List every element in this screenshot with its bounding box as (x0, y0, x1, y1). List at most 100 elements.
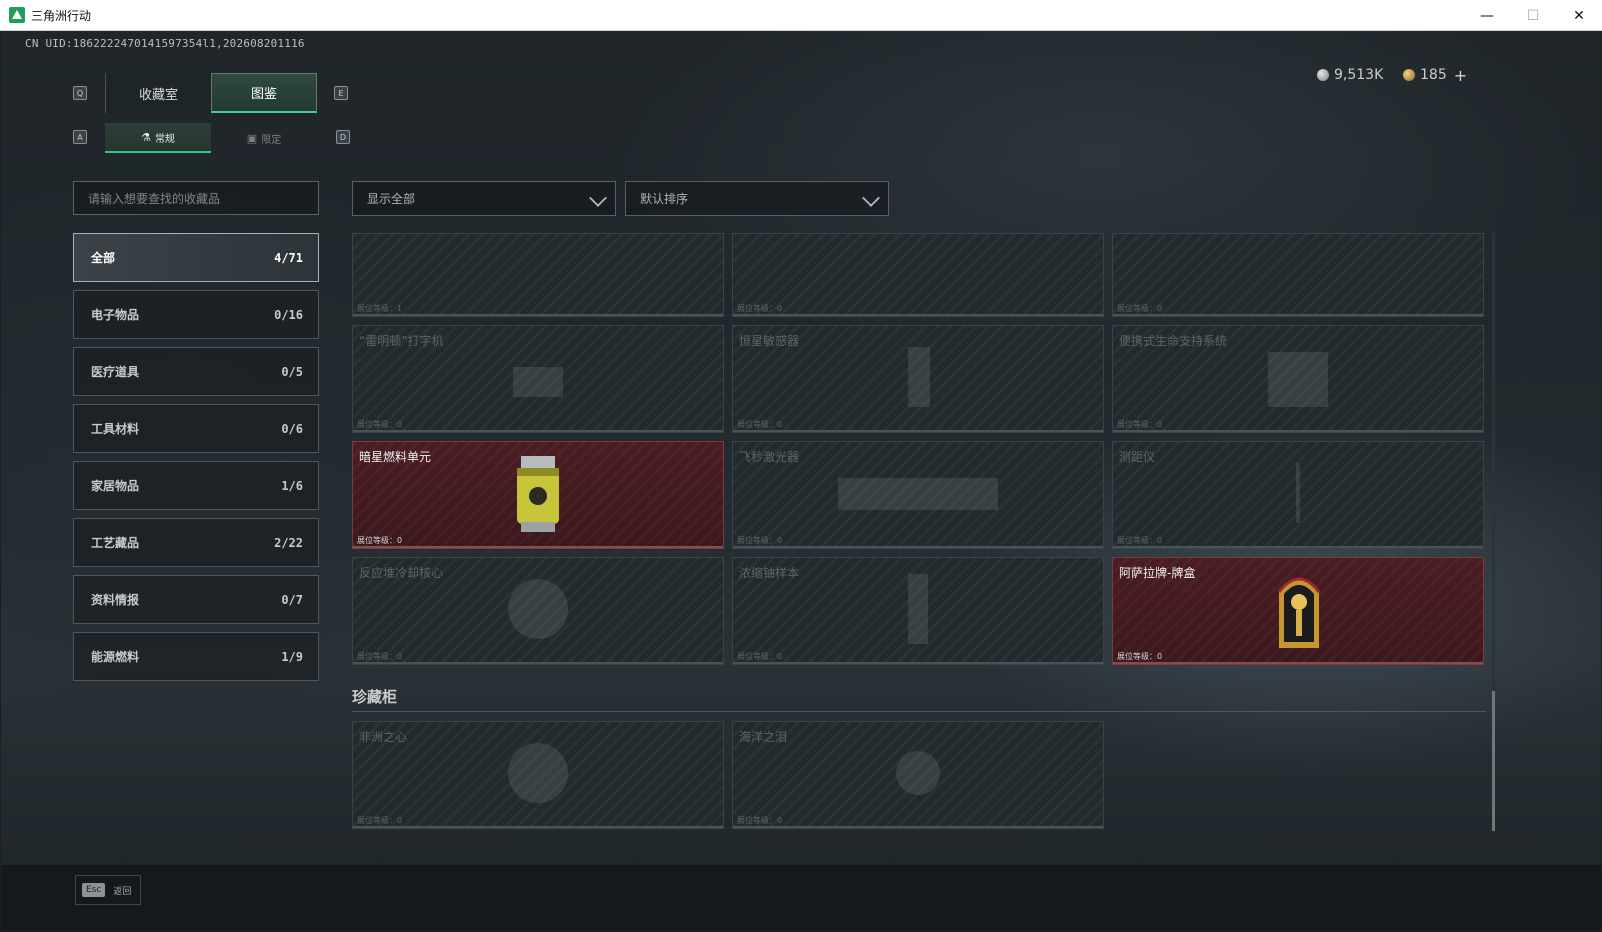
card-level: 展位等级：0 (737, 304, 783, 313)
treasure-card[interactable]: 非洲之心 展位等级：0 (352, 721, 724, 829)
treasure-card[interactable]: 海洋之泪 展位等级：0 (732, 721, 1104, 829)
category-count: 2/22 (274, 535, 303, 550)
collection-card[interactable]: 展位等级：0 (1112, 233, 1484, 317)
window-title: 三角洲行动 (31, 8, 92, 23)
subtab-limited[interactable]: ▣ 限定 (211, 123, 317, 153)
scrollbar-thumb[interactable] (1492, 691, 1495, 831)
card-name: 浓缩铀样本 (739, 566, 800, 580)
add-currency-button[interactable]: + (1454, 66, 1467, 85)
collection-card[interactable]: 恒星敏感器 展位等级：0 (732, 325, 1104, 433)
category-all[interactable]: 全部 4/71 (73, 233, 319, 282)
back-label: 返回 (113, 886, 132, 897)
key-hint-q: Q (73, 86, 87, 100)
category-count: 0/6 (281, 421, 303, 436)
key-hint-a: A (73, 130, 87, 144)
category-tools[interactable]: 工具材料 0/6 (73, 404, 319, 453)
esc-key-hint: Esc (82, 883, 106, 897)
collection-card[interactable]: 展位等级：0 (732, 233, 1104, 317)
category-crafts[interactable]: 工艺藏品 2/22 (73, 518, 319, 567)
laser-item-icon (833, 468, 1003, 522)
section-divider (352, 711, 1486, 712)
uid-text: CN UID:1862222470141597354l1,20260820111… (25, 37, 305, 50)
category-label: 电子物品 (91, 308, 140, 322)
maximize-button[interactable]: ☐ (1510, 0, 1556, 31)
collection-card[interactable]: 便携式生命支持系统 展位等级：0 (1112, 325, 1484, 433)
card-name: 海洋之泪 (739, 730, 788, 744)
chevron-down-icon (589, 189, 607, 207)
category-count: 4/71 (274, 250, 303, 265)
subtab-regular[interactable]: ⚗ 常规 (105, 123, 211, 153)
collection-card-owned[interactable]: 暗星燃料单元 展位等级：0 (352, 441, 724, 549)
category-intel[interactable]: 资料情报 0/7 (73, 575, 319, 624)
tab-catalog[interactable]: 图鉴 (211, 73, 317, 113)
category-label: 能源燃料 (91, 650, 140, 664)
chevron-down-icon (862, 189, 880, 207)
collection-card[interactable]: “雷明顿”打字机 展位等级：0 (352, 325, 724, 433)
minimize-button[interactable]: — (1464, 0, 1510, 31)
gold-coin-icon (1403, 69, 1415, 81)
card-level: 展位等级：0 (1117, 536, 1163, 545)
category-count: 1/6 (281, 478, 303, 493)
card-name: 恒星敏感器 (739, 334, 800, 348)
sub-tabs: ⚗ 常规 ▣ 限定 (105, 123, 317, 153)
collection-card[interactable]: 展位等级：1 (352, 233, 724, 317)
card-name: 测距仪 (1119, 450, 1156, 464)
flask-icon: ⚗ (141, 130, 151, 144)
typewriter-item-icon (508, 352, 568, 406)
category-label: 工艺藏品 (91, 536, 140, 550)
main-tabs: 收藏室 图鉴 (105, 73, 317, 113)
card-level: 展位等级：0 (357, 420, 403, 429)
category-electronics[interactable]: 电子物品 0/16 (73, 290, 319, 339)
category-household[interactable]: 家居物品 1/6 (73, 461, 319, 510)
card-name: “雷明顿”打字机 (359, 334, 444, 348)
window-titlebar: 三角洲行动 — ☐ ✕ (0, 0, 1602, 31)
card-name: 飞秒激光器 (739, 450, 800, 464)
silver-currency: 9,513K (1317, 65, 1383, 85)
silver-coin-icon (1317, 69, 1329, 81)
card-level: 展位等级：1 (357, 304, 403, 313)
card-level: 展位等级：0 (357, 652, 403, 661)
card-level: 展位等级：0 (737, 652, 783, 661)
reactor-core-item-icon (503, 574, 573, 648)
fuel-cell-item-icon (513, 456, 563, 540)
tab-collection-room[interactable]: 收藏室 (105, 73, 211, 113)
collection-card[interactable]: 反应堆冷却核心 展位等级：0 (352, 557, 724, 665)
uranium-sample-item-icon (903, 569, 933, 653)
category-count: 1/9 (281, 649, 303, 664)
collection-card[interactable]: 飞秒激光器 展位等级：0 (732, 441, 1104, 549)
collection-card[interactable]: 测距仪 展位等级：0 (1112, 441, 1484, 549)
card-name: 便携式生命支持系统 (1119, 334, 1228, 348)
life-support-item-icon (1263, 342, 1333, 416)
rangefinder-item-icon (1288, 458, 1308, 532)
gem-item-icon (888, 743, 948, 807)
silver-amount: 9,513K (1334, 67, 1384, 83)
card-name: 暗星燃料单元 (359, 450, 432, 464)
card-level: 展位等级：0 (737, 420, 783, 429)
card-level: 展位等级：0 (1117, 420, 1163, 429)
diamond-item-icon (503, 738, 573, 812)
card-name: 阿萨拉牌-牌盒 (1119, 566, 1196, 580)
category-count: 0/7 (281, 592, 303, 607)
category-label: 工具材料 (91, 422, 140, 436)
star-sensor-item-icon (888, 342, 948, 416)
filter-dropdown[interactable]: 显示全部 (352, 181, 616, 216)
card-name: 反应堆冷却核心 (359, 566, 444, 580)
collection-card[interactable]: 浓缩铀样本 展位等级：0 (732, 557, 1104, 665)
category-label: 医疗道具 (91, 365, 140, 379)
collection-card-owned[interactable]: 阿萨拉牌-牌盒 展位等级：0 (1112, 557, 1484, 665)
card-level: 展位等级：0 (737, 816, 783, 825)
gold-currency: 185 + (1403, 65, 1467, 85)
game-area: CN UID:1862222470141597354l1,20260820111… (1, 31, 1601, 931)
app-logo-icon (9, 7, 25, 23)
category-energy[interactable]: 能源燃料 1/9 (73, 632, 319, 681)
back-button[interactable]: Esc 返回 (75, 875, 141, 905)
card-level: 展位等级：0 (1117, 304, 1163, 313)
category-medical[interactable]: 医疗道具 0/5 (73, 347, 319, 396)
footer-bar (1, 865, 1601, 931)
sort-dropdown[interactable]: 默认排序 (625, 181, 889, 216)
search-input[interactable]: 请输入想要查找的收藏品 (73, 181, 319, 215)
filter-dropdown-value: 显示全部 (367, 192, 416, 206)
close-button[interactable]: ✕ (1556, 0, 1602, 31)
category-count: 0/5 (281, 364, 303, 379)
key-hint-d: D (336, 130, 350, 144)
